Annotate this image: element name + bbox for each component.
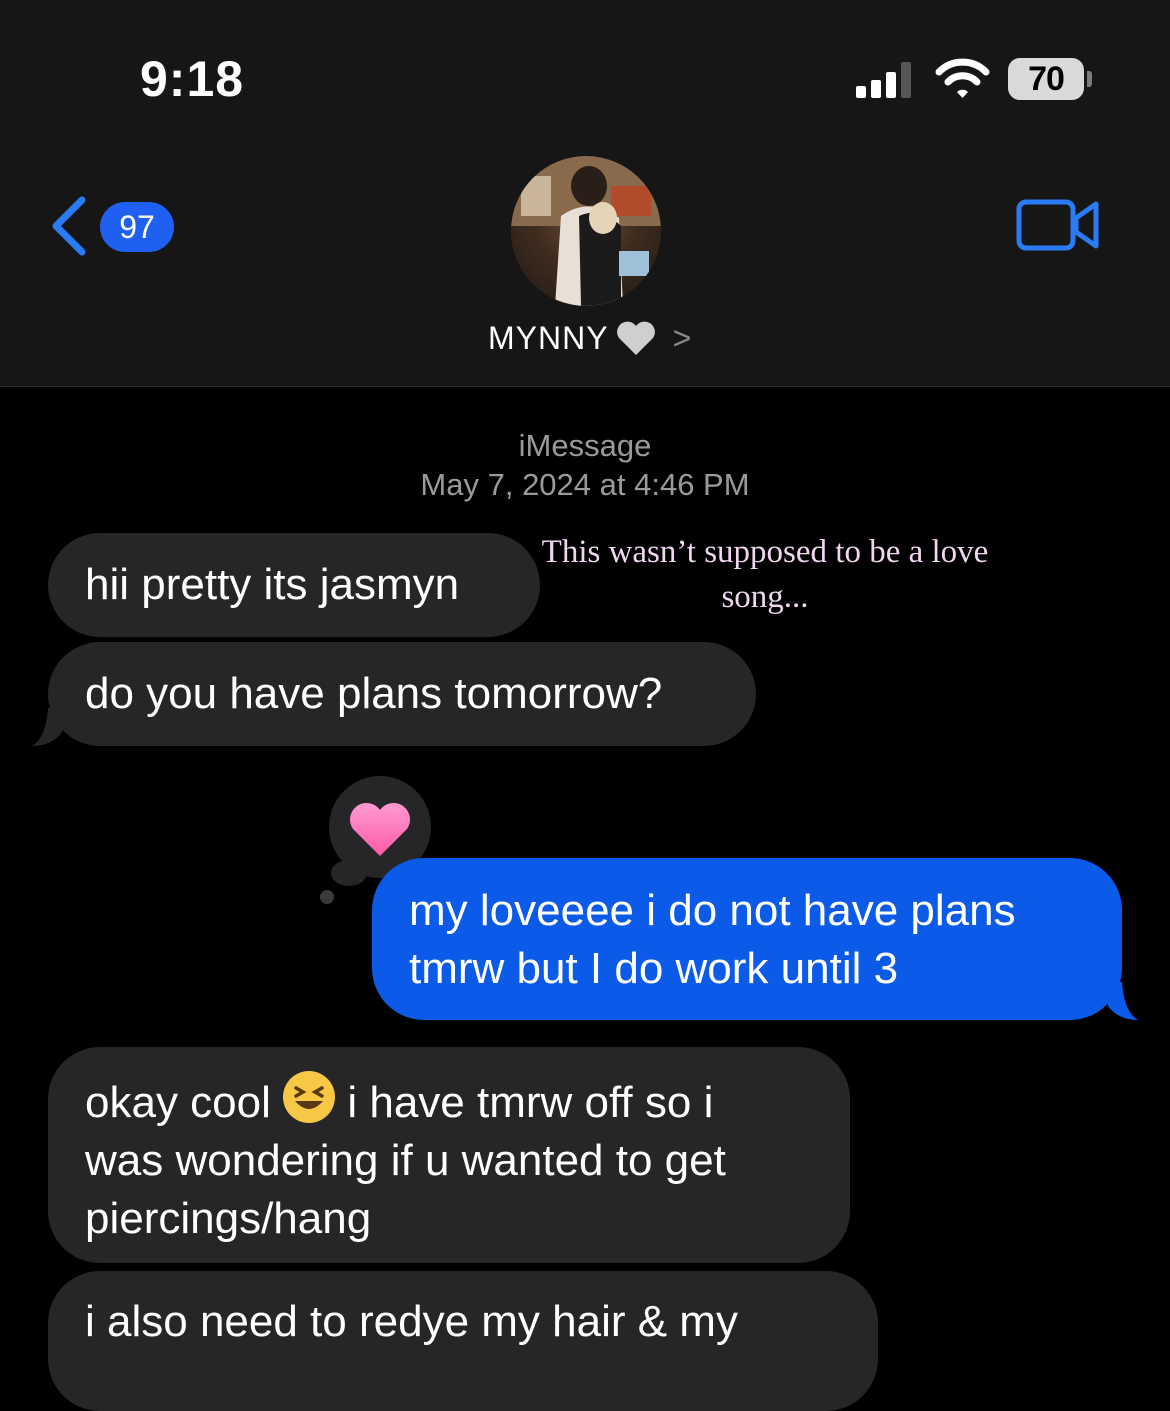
video-call-icon[interactable] [1016,196,1100,254]
overlay-caption: This wasn’t supposed to be a love song..… [541,534,989,615]
conversation-header: 9:18 70 97 MYNNY > [0,0,1170,387]
unread-count-badge[interactable]: 97 [100,202,174,252]
back-chevron-icon[interactable] [48,194,90,258]
contact-name: MYNNY [488,320,609,356]
message-text: i have tmrw off so i [347,1078,714,1127]
battery-cap [1087,71,1092,87]
service-label: iMessage [518,428,652,463]
wifi-icon [935,58,990,98]
reaction-bubble-dot [331,860,367,886]
battery-indicator: 70 [1008,58,1084,100]
avatar-photo [511,156,661,306]
message-bubble-incoming[interactable]: okay cool i have tmrw off so i was wonde… [48,1047,850,1263]
grinning-squinting-face-icon [283,1071,336,1123]
cellular-signal-icon [856,60,916,98]
contact-name-row[interactable]: MYNNY > [488,320,692,357]
message-bubble-incoming[interactable]: i also need to redye my hair & my [48,1271,878,1411]
grey-heart-icon [616,321,655,355]
message-text: i also need to redye my hair & my [85,1297,738,1346]
message-text: do you have plans tomorrow? [85,669,663,718]
bubble-tail [1108,982,1138,1020]
contact-avatar[interactable] [511,156,661,306]
reaction-bubble-dot [320,890,334,904]
message-text-line: my loveeee i do not have plans [409,886,1016,935]
bubble-tail [32,708,62,746]
message-text-line: piercings/hang [85,1194,372,1243]
message-text-line: tmrw but I do work until 3 [409,944,899,993]
message-text: okay cool [85,1078,271,1127]
message-text-line: was wondering if u wanted to get [85,1136,726,1185]
message-bubble-incoming[interactable]: hii pretty its jasmyn [48,533,540,637]
message-bubble-incoming[interactable]: do you have plans tomorrow? [48,642,756,746]
message-text: hii pretty its jasmyn [85,560,460,609]
chevron-right-icon: > [672,320,693,356]
status-time: 9:18 [140,51,245,107]
message-timestamp: May 7, 2024 at 4:46 PM [420,467,750,502]
message-bubble-outgoing[interactable]: my loveeee i do not have plans tmrw but … [372,858,1122,1020]
